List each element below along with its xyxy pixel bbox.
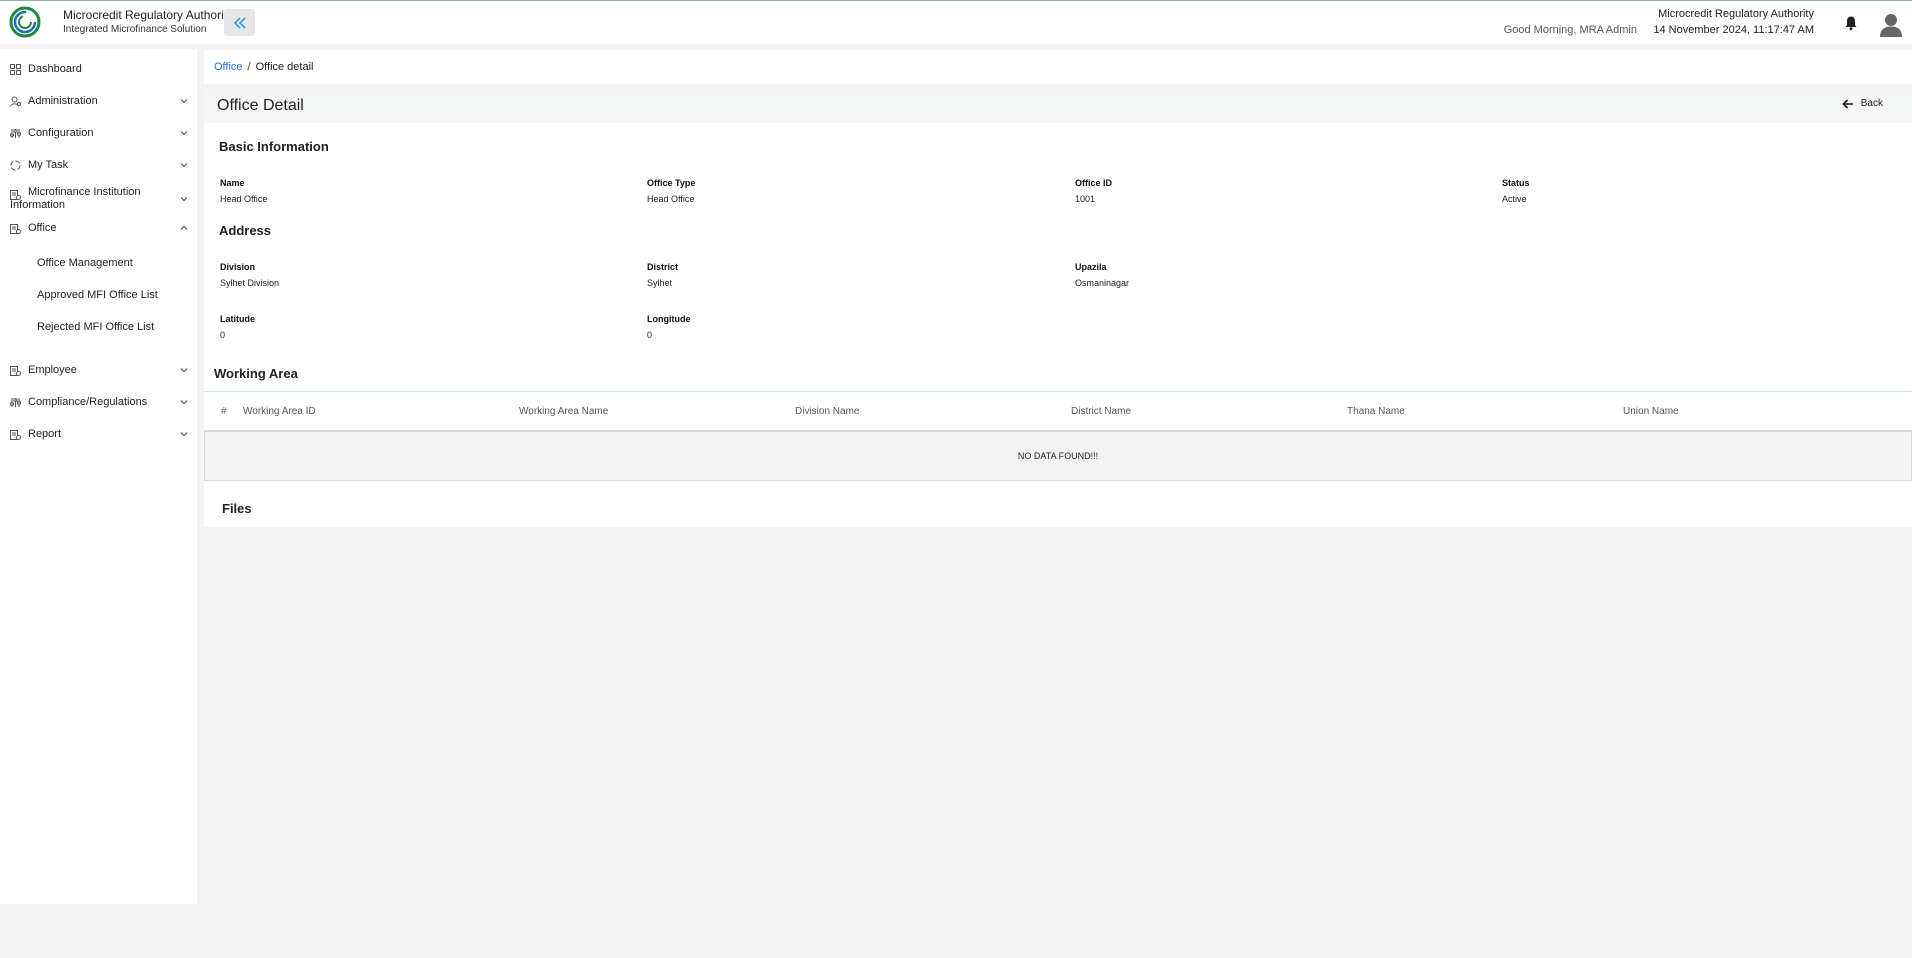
latitude-value: 0 bbox=[220, 330, 226, 340]
sidebar-collapse-button[interactable] bbox=[224, 9, 255, 36]
user-cog-icon bbox=[10, 96, 21, 107]
office-type-label: Office Type bbox=[647, 178, 696, 188]
table-header: # Working Area ID Working Area Name Divi… bbox=[204, 391, 1912, 431]
chevron-up-icon bbox=[180, 225, 188, 230]
chevron-down-icon bbox=[180, 432, 188, 437]
chevron-down-icon bbox=[180, 99, 188, 104]
breadcrumb-link-office[interactable]: Office bbox=[214, 61, 243, 73]
sidebar: Dashboard Administration Configuration M… bbox=[0, 49, 197, 904]
user-avatar-icon[interactable] bbox=[1879, 12, 1903, 38]
column-header-union-name[interactable]: Union Name bbox=[1623, 406, 1679, 417]
column-header-district-name[interactable]: District Name bbox=[1071, 406, 1131, 417]
column-header-division-name[interactable]: Division Name bbox=[795, 406, 859, 417]
address-title: Address bbox=[219, 223, 272, 238]
district-label: District bbox=[647, 262, 679, 272]
top-header: Microcredit Regulatory Authority Integra… bbox=[0, 0, 1912, 44]
sidebar-item-microfinance-institution-information[interactable]: Microfinance Institution Information bbox=[0, 184, 197, 214]
office-icon bbox=[10, 223, 21, 234]
office-type-value: Head Office bbox=[647, 194, 695, 204]
sidebar-item-configuration[interactable]: Configuration bbox=[0, 119, 197, 147]
latitude-label: Latitude bbox=[220, 314, 255, 324]
chevron-down-icon bbox=[180, 131, 188, 136]
table-empty-state: NO DATA FOUND!!! bbox=[204, 431, 1912, 481]
sidebar-subitem-approved-mfi-office-list[interactable]: Approved MFI Office List bbox=[37, 289, 158, 301]
basic-information-title: Basic Information bbox=[219, 139, 329, 154]
breadcrumb-current: Office detail bbox=[255, 61, 314, 73]
sidebar-item-label: Configuration bbox=[28, 126, 94, 139]
page-title: Office Detail bbox=[217, 97, 304, 114]
chevron-down-icon bbox=[180, 197, 188, 202]
files-title: Files bbox=[222, 501, 252, 516]
sidebar-subitem-office-management[interactable]: Office Management bbox=[37, 257, 133, 269]
office-detail-panel: Office Detail Back Basic Information Nam… bbox=[204, 89, 1912, 527]
sidebar-item-employee[interactable]: Employee bbox=[0, 356, 197, 384]
back-button[interactable]: Back bbox=[1842, 98, 1883, 109]
employee-icon bbox=[10, 365, 21, 376]
sidebar-subitem-rejected-mfi-office-list[interactable]: Rejected MFI Office List bbox=[37, 321, 154, 333]
sidebar-item-label: Report bbox=[28, 427, 62, 440]
org-name: Microcredit Regulatory Authority bbox=[1658, 8, 1814, 20]
sidebar-item-label: Office bbox=[28, 221, 57, 234]
column-header-working-area-id[interactable]: Working Area ID bbox=[243, 406, 316, 417]
chevron-down-icon bbox=[180, 400, 188, 405]
working-area-table: # Working Area ID Working Area Name Divi… bbox=[204, 391, 1912, 481]
longitude-label: Longitude bbox=[647, 314, 691, 324]
sliders-icon bbox=[10, 128, 21, 138]
sidebar-item-administration[interactable]: Administration bbox=[0, 87, 197, 115]
breadcrumb: Office / Office detail bbox=[204, 50, 1912, 84]
sidebar-item-label: Dashboard bbox=[28, 62, 82, 75]
greeting-text: Good Morning, MRA Admin bbox=[1503, 24, 1637, 36]
arrow-left-icon bbox=[1842, 98, 1853, 109]
status-label: Status bbox=[1502, 178, 1530, 188]
division-value: Sylhet Division bbox=[220, 278, 280, 288]
grid-icon bbox=[10, 63, 21, 75]
sidebar-item-label: My Task bbox=[28, 158, 69, 171]
report-icon bbox=[10, 429, 21, 440]
back-button-label: Back bbox=[1860, 98, 1883, 109]
sidebar-item-dashboard[interactable]: Dashboard bbox=[0, 55, 197, 83]
sidebar-item-office[interactable]: Office bbox=[0, 214, 197, 242]
sliders-icon bbox=[10, 397, 21, 407]
task-icon bbox=[10, 160, 21, 170]
brand-subtitle: Integrated Microfinance Solution bbox=[63, 24, 207, 35]
chevron-down-icon bbox=[180, 163, 188, 168]
double-chevron-left-icon bbox=[233, 16, 246, 29]
sidebar-item-compliance-regulations[interactable]: Compliance/Regulations bbox=[0, 388, 197, 416]
column-header-working-area-name[interactable]: Working Area Name bbox=[519, 406, 608, 417]
chevron-down-icon bbox=[180, 368, 188, 373]
sidebar-item-report[interactable]: Report bbox=[0, 420, 197, 448]
office-id-label: Office ID bbox=[1075, 178, 1113, 188]
column-header-thana-name[interactable]: Thana Name bbox=[1347, 406, 1405, 417]
panel-header: Office Detail Back bbox=[204, 89, 1912, 123]
sidebar-item-label: Microfinance Institution Information bbox=[10, 186, 141, 211]
upazila-value: Osmaninagar bbox=[1075, 278, 1130, 288]
office-id-value: 1001 bbox=[1075, 194, 1096, 204]
breadcrumb-separator: / bbox=[247, 61, 251, 73]
status-value: Active bbox=[1502, 194, 1527, 204]
division-label: Division bbox=[220, 262, 256, 272]
longitude-value: 0 bbox=[647, 330, 653, 340]
name-value: Head Office bbox=[220, 194, 268, 204]
sidebar-item-label: Administration bbox=[28, 94, 98, 107]
upazila-label: Upazila bbox=[1075, 262, 1107, 272]
column-header-index: # bbox=[221, 406, 227, 417]
sidebar-item-label: Employee bbox=[28, 363, 77, 376]
district-value: Sylhet bbox=[647, 278, 673, 288]
bell-icon[interactable] bbox=[1843, 15, 1859, 31]
brand-title: Microcredit Regulatory Authority bbox=[63, 8, 234, 22]
mra-logo bbox=[9, 6, 41, 38]
sidebar-item-my-task[interactable]: My Task bbox=[0, 151, 197, 179]
sidebar-item-label: Compliance/Regulations bbox=[28, 395, 148, 408]
current-datetime: 14 November 2024, 11:17:47 AM bbox=[1653, 24, 1814, 36]
name-label: Name bbox=[220, 178, 245, 188]
working-area-title: Working Area bbox=[214, 366, 298, 381]
